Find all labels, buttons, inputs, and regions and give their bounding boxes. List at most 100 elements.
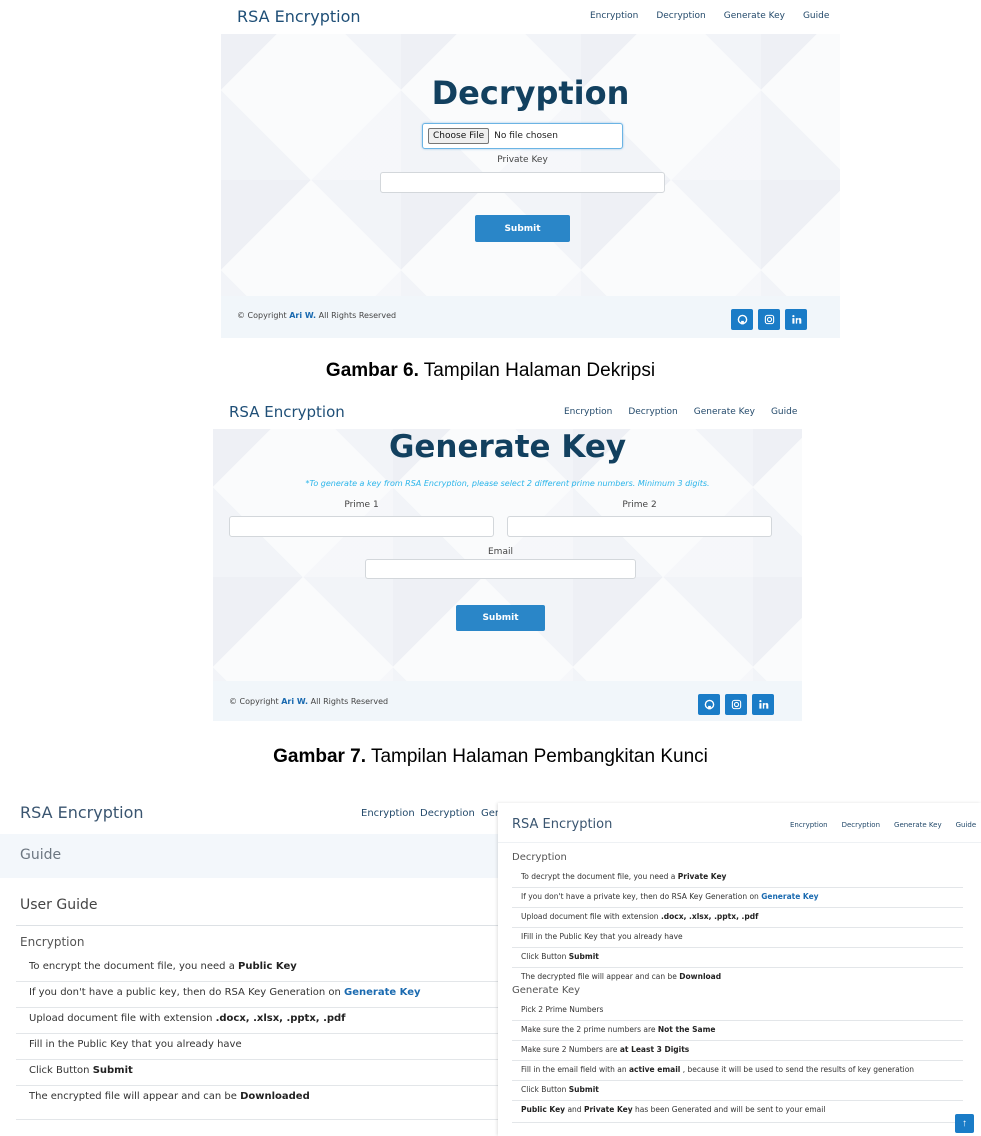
submit-button[interactable]: Submit	[456, 605, 545, 631]
encryption-section-title: Encryption	[20, 935, 85, 949]
instagram-button[interactable]	[758, 309, 780, 330]
instagram-icon	[764, 314, 774, 325]
instagram-button[interactable]	[725, 694, 747, 715]
brand-logo[interactable]: RSA Encryption	[229, 403, 345, 421]
nav-generate-key[interactable]: Generate Key	[894, 821, 942, 829]
nav-links: Encryption Decryption Generate Key Guide	[590, 11, 829, 21]
generate-key-screenshot: RSA Encryption Encryption Decryption Gen…	[213, 397, 802, 721]
social-links	[698, 694, 774, 715]
caption-text: Tampilan Halaman Pembangkitan Kunci	[370, 746, 708, 767]
linkedin-button[interactable]	[785, 309, 807, 330]
copyright: © Copyright Ari W. All Rights Reserved	[229, 697, 388, 706]
copyright: © Copyright Ari W. All Rights Reserved	[237, 311, 396, 320]
linkedin-icon	[791, 314, 801, 324]
instruction-hint: *To generate a key from RSA Encryption, …	[305, 479, 710, 488]
instagram-icon	[731, 699, 741, 710]
email-label: Email	[488, 547, 513, 557]
linkedin-icon	[758, 699, 768, 709]
generate-key-link[interactable]: Generate Key	[761, 892, 818, 901]
nav-decryption[interactable]: Decryption	[842, 821, 880, 829]
divider	[16, 925, 520, 926]
github-button[interactable]	[698, 694, 720, 715]
prime2-input[interactable]	[507, 516, 772, 537]
nav-decryption[interactable]: Decryption	[420, 808, 475, 819]
arrow-up-icon: ↑	[962, 1118, 967, 1129]
list-item: Upload document file with extension .doc…	[512, 908, 963, 928]
linkedin-button[interactable]	[752, 694, 774, 715]
page-header: Guide	[0, 834, 520, 878]
list-item: IFill in the Public Key that you already…	[512, 928, 963, 948]
copyright-suffix: All Rights Reserved	[310, 697, 389, 706]
submit-button[interactable]: Submit	[475, 215, 570, 242]
caption-gambar-7: Gambar 7. Tampilan Halaman Pembangkitan …	[0, 746, 981, 768]
github-icon	[737, 314, 747, 325]
list-item: Upload document file with extension .doc…	[16, 1008, 520, 1034]
list-item: If you don't have a public key, then do …	[16, 982, 520, 1008]
list-item: The encrypted file will appear and can b…	[16, 1086, 520, 1120]
list-item: Click Button Submit	[512, 1081, 963, 1101]
decryption-screenshot: RSA Encryption Encryption Decryption Gen…	[221, 0, 840, 338]
list-item: Fill in the email field with an active e…	[512, 1061, 963, 1081]
nav-generate-key[interactable]: Generate Key	[724, 11, 785, 21]
brand-logo[interactable]: RSA Encryption	[20, 803, 144, 822]
footer: © Copyright Ari W. All Rights Reserved	[213, 681, 802, 721]
nav-encryption[interactable]: Encryption	[564, 407, 612, 417]
caption-label: Gambar 7.	[273, 746, 367, 767]
email-input[interactable]	[365, 559, 636, 579]
list-item: If you don't have a private key, then do…	[512, 888, 963, 908]
brand-logo[interactable]: RSA Encryption	[512, 817, 612, 832]
generate-key-section-title: Generate Key	[512, 985, 581, 996]
user-guide-heading: User Guide	[20, 897, 98, 913]
nav-encryption[interactable]: Encryption	[590, 11, 638, 21]
list-item: Make sure the 2 prime numbers are Not th…	[512, 1021, 963, 1041]
nav-guide[interactable]: Guide	[956, 821, 977, 829]
caption-gambar-6: Gambar 6. Tampilan Halaman Dekripsi	[0, 360, 981, 382]
navbar: RSA Encryption Encryption Decryption Gen…	[498, 803, 981, 843]
nav-decryption[interactable]: Decryption	[628, 407, 677, 417]
list-item: Public Key and Private Key has been Gene…	[512, 1101, 963, 1123]
copyright-prefix: © Copyright	[237, 311, 287, 320]
list-item: Pick 2 Prime Numbers	[512, 1001, 963, 1021]
nav-guide[interactable]: Guide	[803, 11, 829, 21]
file-status: No file chosen	[494, 131, 558, 141]
nav-guide[interactable]: Guide	[771, 407, 797, 417]
caption-label: Gambar 6.	[325, 360, 419, 381]
decryption-section-title: Decryption	[512, 852, 567, 863]
private-key-label: Private Key	[497, 155, 548, 165]
list-item: To decrypt the document file, you need a…	[512, 868, 963, 888]
prime1-label: Prime 1	[344, 500, 379, 510]
prime1-input[interactable]	[229, 516, 494, 537]
caption-text: Tampilan Halaman Dekripsi	[423, 360, 656, 381]
author-link[interactable]: Ari W.	[289, 311, 316, 320]
scroll-to-top-button[interactable]: ↑	[955, 1114, 974, 1133]
list-item: Make sure 2 Numbers are at Least 3 Digit…	[512, 1041, 963, 1061]
nav-decryption[interactable]: Decryption	[656, 11, 705, 21]
page-header-title: Guide	[20, 847, 62, 863]
list-item: To encrypt the document file, you need a…	[16, 956, 520, 982]
list-item: The decrypted file will appear and can b…	[521, 972, 722, 981]
list-item: Click Button Submit	[512, 948, 963, 968]
file-upload-input[interactable]: Choose File No file chosen	[422, 123, 623, 149]
github-button[interactable]	[731, 309, 753, 330]
nav-links: Encryption Decryption Generate Key Guide	[790, 821, 976, 829]
navbar: RSA Encryption Encryption Decryption Gen…	[221, 0, 840, 34]
page-title: Decryption	[431, 74, 630, 112]
list-item: Click Button Submit	[16, 1060, 520, 1086]
page-title: Generate Key	[388, 429, 627, 465]
copyright-prefix: © Copyright	[229, 697, 279, 706]
private-key-input[interactable]	[380, 172, 665, 193]
navbar: RSA Encryption Encryption Decryption Gen	[0, 790, 520, 834]
nav-encryption[interactable]: Encryption	[790, 821, 828, 829]
author-link[interactable]: Ari W.	[281, 697, 308, 706]
guide-screenshot-left: RSA Encryption Encryption Decryption Gen…	[0, 790, 520, 1136]
footer: © Copyright Ari W. All Rights Reserved	[221, 296, 840, 338]
nav-generate-key[interactable]: Generate Key	[694, 407, 755, 417]
choose-file-button[interactable]: Choose File	[428, 128, 490, 144]
copyright-suffix: All Rights Reserved	[318, 311, 397, 320]
brand-logo[interactable]: RSA Encryption	[237, 7, 361, 26]
nav-links: Encryption Decryption Generate Key Guide	[564, 407, 797, 417]
generate-key-link[interactable]: Generate Key	[344, 987, 421, 998]
social-links	[731, 309, 807, 330]
nav-encryption[interactable]: Encryption	[361, 808, 415, 819]
prime2-label: Prime 2	[622, 500, 657, 510]
